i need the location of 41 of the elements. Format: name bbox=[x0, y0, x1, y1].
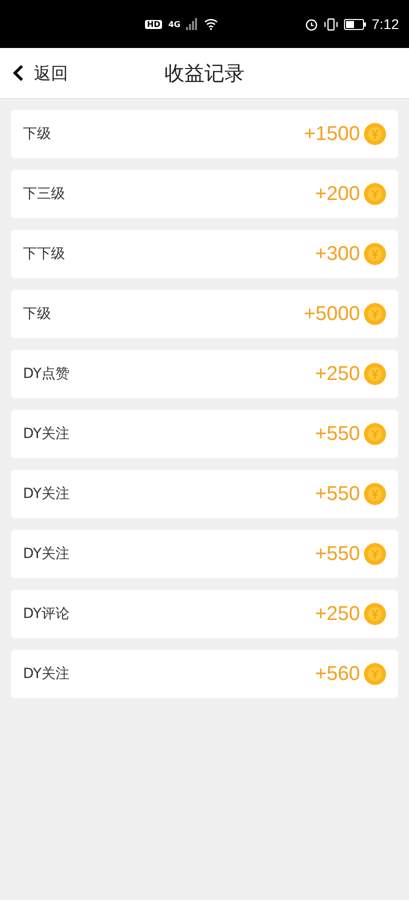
record-label: DY关注 bbox=[23, 545, 71, 563]
record-label: 下级 bbox=[23, 125, 52, 143]
record-amount: +1500 bbox=[304, 122, 360, 146]
hd-indicator: HD bbox=[145, 20, 162, 28]
record-amount: +560 bbox=[314, 662, 360, 686]
coin-icon bbox=[364, 483, 386, 505]
battery-icon bbox=[344, 18, 366, 30]
record-amount: +200 bbox=[314, 182, 360, 206]
chevron-left-icon bbox=[12, 64, 24, 82]
coin-icon bbox=[364, 423, 386, 445]
coin-icon bbox=[364, 663, 386, 685]
vibrate-icon bbox=[324, 18, 338, 30]
alarm-icon bbox=[304, 18, 318, 30]
coin-icon bbox=[364, 363, 386, 385]
coin-icon bbox=[364, 543, 386, 565]
record-amount: +550 bbox=[314, 482, 360, 506]
wifi-icon bbox=[204, 18, 218, 30]
record-amount: +250 bbox=[314, 362, 360, 386]
record-label: DY关注 bbox=[23, 425, 71, 443]
record-amount: +250 bbox=[314, 602, 360, 626]
record-label: DY评论 bbox=[23, 605, 71, 623]
signal-icon bbox=[186, 18, 198, 30]
record-label: DY关注 bbox=[23, 485, 71, 503]
record-label: 下三级 bbox=[23, 185, 66, 203]
coin-icon bbox=[364, 123, 386, 145]
record-amount: +550 bbox=[314, 542, 360, 566]
status-time: 7:12 bbox=[372, 16, 399, 32]
record-label: DY点赞 bbox=[23, 365, 71, 383]
record-amount: +300 bbox=[314, 242, 360, 266]
coin-icon bbox=[364, 603, 386, 625]
record-label: 下下级 bbox=[23, 245, 66, 263]
coin-icon bbox=[364, 303, 386, 325]
coin-icon bbox=[364, 243, 386, 265]
record-label: 下级 bbox=[23, 305, 52, 323]
record-amount: +5000 bbox=[304, 302, 360, 326]
coin-icon bbox=[364, 183, 386, 205]
record-amount: +550 bbox=[314, 422, 360, 446]
page-title: 收益记录 bbox=[164, 60, 244, 86]
back-button[interactable]: 返回 bbox=[0, 62, 68, 84]
network-indicator: 4G bbox=[168, 20, 180, 28]
record-label: DY关注 bbox=[23, 665, 71, 683]
